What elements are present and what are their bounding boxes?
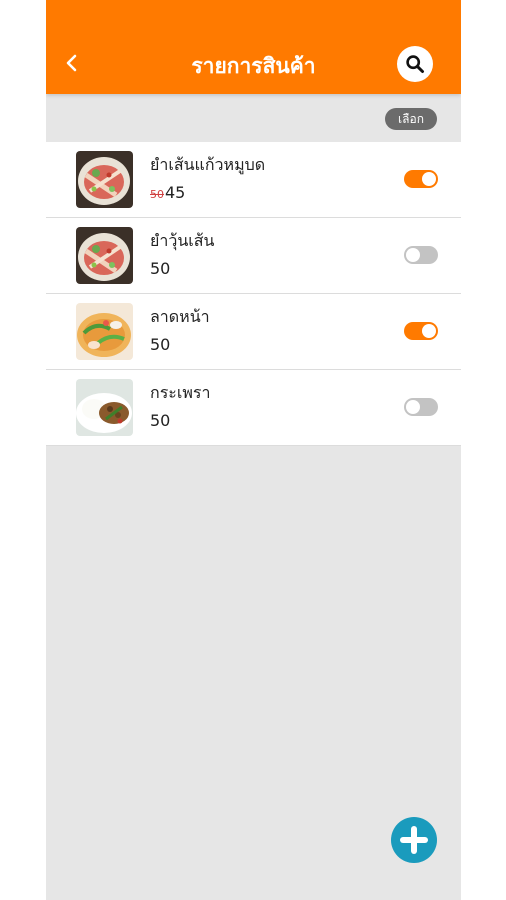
product-row[interactable]: ลาดหน้า 50 — [46, 294, 461, 370]
phone-screen: รายการสินค้า เลือก ยำเส้นแก้วหมูบด 5045 … — [46, 0, 461, 900]
add-product-button[interactable] — [391, 817, 437, 863]
product-name: ยำเส้นแก้วหมูบด — [150, 155, 266, 174]
app-bar: รายการสินค้า — [46, 0, 461, 94]
availability-toggle[interactable] — [404, 322, 438, 340]
toggle-knob — [406, 248, 420, 262]
product-name: กระเพรา — [150, 383, 211, 402]
product-price: 50 — [150, 259, 171, 278]
product-row[interactable]: ยำเส้นแก้วหมูบด 5045 — [46, 142, 461, 218]
product-price: 5045 — [150, 183, 185, 202]
availability-toggle[interactable] — [404, 398, 438, 416]
product-row[interactable]: ยำวุ้นเส้น 50 — [46, 218, 461, 294]
product-name: ยำวุ้นเส้น — [150, 231, 215, 250]
list-toolbar: เลือก — [46, 94, 461, 142]
toggle-knob — [406, 400, 420, 414]
search-icon — [406, 55, 424, 73]
spicy-salad-image — [76, 227, 133, 284]
spicy-salad-image — [76, 151, 133, 208]
product-list: ยำเส้นแก้วหมูบด 5045 ยำวุ้นเส้น 50 ลาดหน… — [46, 142, 461, 446]
product-name: ลาดหน้า — [150, 307, 210, 326]
select-button[interactable]: เลือก — [385, 108, 437, 130]
search-button[interactable] — [397, 46, 433, 82]
product-price: 50 — [150, 411, 171, 430]
product-row[interactable]: กระเพรา 50 — [46, 370, 461, 446]
availability-toggle[interactable] — [404, 246, 438, 264]
plus-icon — [400, 826, 428, 854]
toggle-knob — [422, 324, 436, 338]
basil-rice-image — [76, 379, 133, 436]
toggle-knob — [422, 172, 436, 186]
product-price: 50 — [150, 335, 171, 354]
product-old-price: 50 — [150, 188, 164, 201]
availability-toggle[interactable] — [404, 170, 438, 188]
gravy-noodle-image — [76, 303, 133, 360]
product-sale-price: 45 — [165, 183, 186, 202]
